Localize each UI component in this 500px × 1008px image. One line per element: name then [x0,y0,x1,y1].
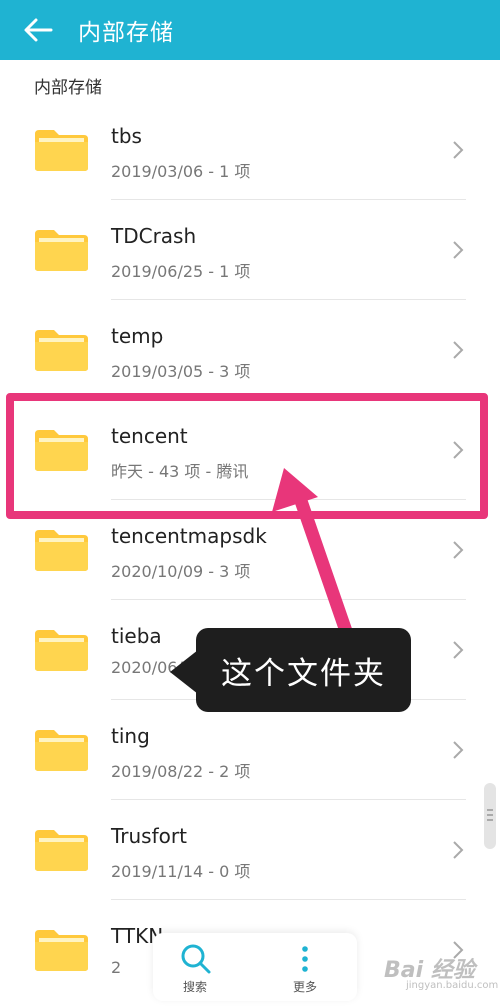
search-icon [181,944,211,974]
back-button[interactable] [18,10,58,50]
highlight-box [6,393,488,519]
list-item[interactable]: Trusfort 2019/11/14 - 0 项 [0,800,500,900]
folder-name: ting [111,724,150,748]
folder-meta: 2 [111,958,122,977]
folder-list: tbs 2019/03/06 - 1 项 TDCrash 2019/06/25 … [0,100,500,1000]
folder-meta: 2019/08/22 - 2 项 [111,762,251,781]
more-button[interactable]: 更多 [265,933,345,1001]
chevron-right-icon [453,541,464,559]
folder-icon [35,230,88,271]
search-label: 搜索 [182,980,207,994]
folder-meta: 2020/10/09 - 3 项 [111,562,251,581]
scrollbar-thumb[interactable] [484,783,496,849]
folder-icon [35,730,88,771]
list-item[interactable]: tbs 2019/03/06 - 1 项 [0,100,500,200]
annotation-callout: 这个文件夹 [196,628,411,712]
breadcrumb: 内部存储 [34,78,102,98]
folder-name: temp [111,324,164,348]
bottom-toolbar: 搜索 更多 [153,933,357,1001]
arrow-left-icon [24,18,53,42]
folder-icon [35,330,88,371]
page-title: 内部存储 [78,20,174,46]
list-item[interactable]: TDCrash 2019/06/25 - 1 项 [0,200,500,300]
chevron-right-icon [453,741,464,759]
search-button[interactable]: 搜索 [155,933,235,1001]
folder-icon [35,130,88,171]
folder-icon [35,530,88,571]
callout-tail [170,650,198,694]
folder-meta: 2019/03/06 - 1 项 [111,162,251,181]
chevron-right-icon [453,241,464,259]
more-vertical-icon [302,946,308,972]
app-bar: 内部存储 [0,0,500,60]
folder-name: Trusfort [111,824,187,848]
chevron-right-icon [453,341,464,359]
folder-icon [35,830,88,871]
watermark-url: jingyan.baidu.com [406,980,499,991]
folder-meta: 2019/03/05 - 3 项 [111,362,251,381]
chevron-right-icon [453,841,464,859]
chevron-right-icon [453,141,464,159]
folder-name: TDCrash [111,224,197,248]
folder-name: tbs [111,124,142,148]
folder-icon [35,930,88,971]
folder-name: tencentmapsdk [111,524,267,548]
chevron-right-icon [453,641,464,659]
folder-meta: 2019/06/25 - 1 项 [111,262,251,281]
folder-name: tieba [111,624,162,648]
list-item[interactable]: ting 2019/08/22 - 2 项 [0,700,500,800]
folder-icon [35,630,88,671]
list-item[interactable]: temp 2019/03/05 - 3 项 [0,300,500,400]
folder-meta: 2019/11/14 - 0 项 [111,862,251,881]
more-label: 更多 [292,980,317,994]
